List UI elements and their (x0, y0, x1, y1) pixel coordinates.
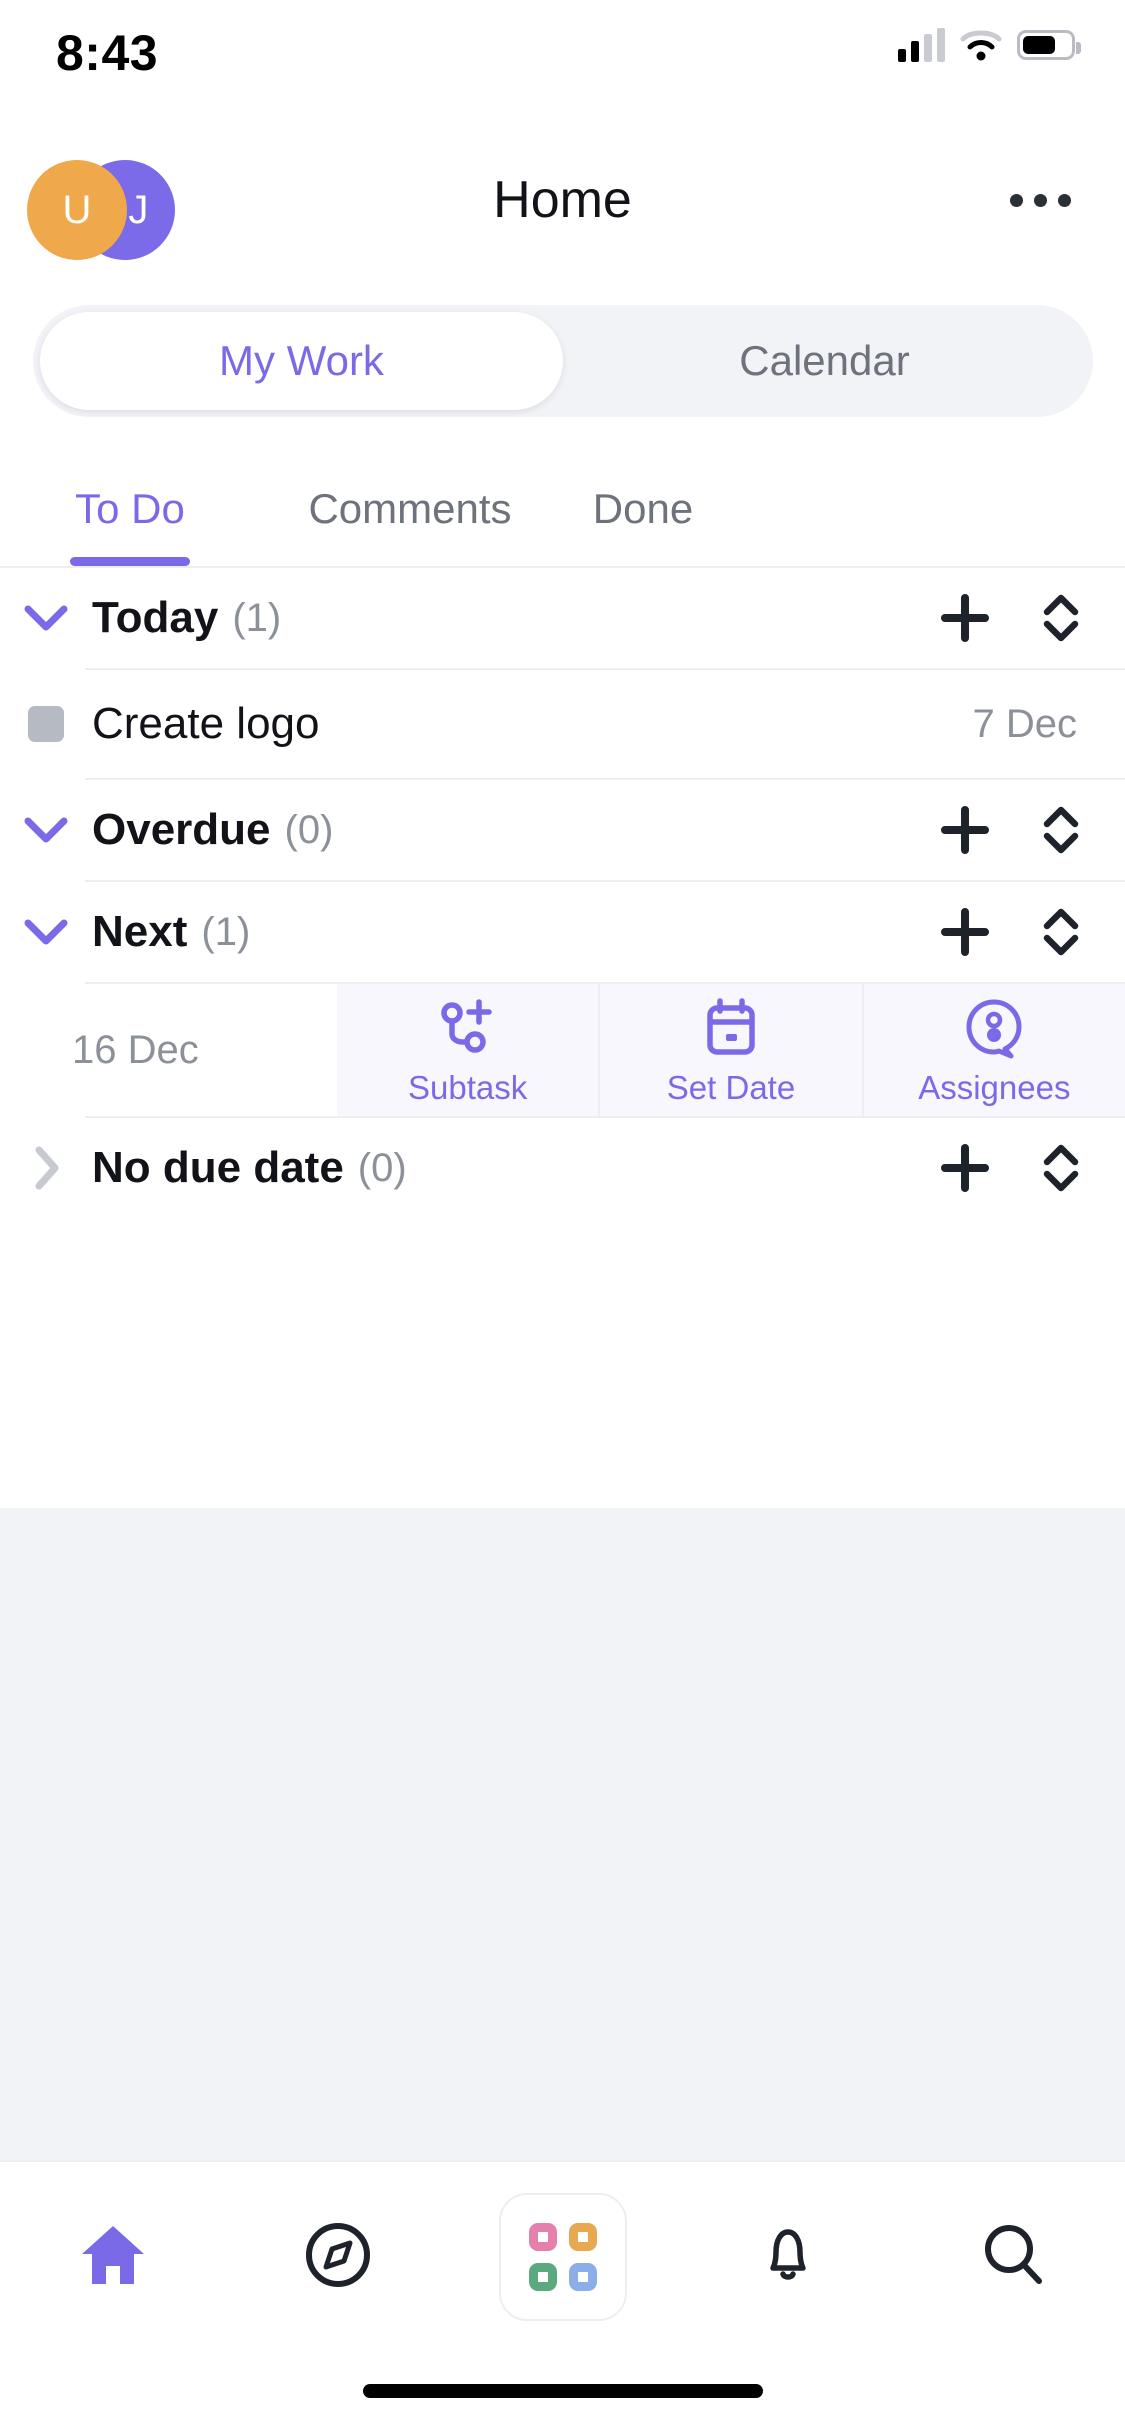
bell-icon (751, 2218, 825, 2297)
nav-apps[interactable] (450, 2162, 675, 2352)
swipe-action-assignees[interactable]: Assignees (861, 984, 1125, 1116)
chevron-down-icon[interactable] (0, 815, 92, 845)
tab-active-indicator (70, 557, 190, 566)
tab-to-do[interactable]: To Do (35, 452, 225, 566)
section-count: (1) (201, 909, 251, 954)
plus-icon[interactable] (917, 1120, 1013, 1216)
nav-search[interactable] (900, 2162, 1125, 2352)
sort-updown-icon[interactable] (1013, 782, 1109, 878)
apps-grid-icon (498, 2193, 627, 2321)
task-title: Create logo (92, 699, 320, 748)
status-bar-indicators (898, 28, 1081, 62)
swipe-action-subtask-label: Subtask (408, 1068, 528, 1106)
nav-notifications[interactable] (675, 2162, 900, 2352)
app-header: SJ U Home (0, 150, 1125, 270)
nav-explore[interactable] (225, 2162, 450, 2352)
section-title: No due date (92, 1143, 344, 1192)
swipe-action-assignees-label: Assignees (918, 1068, 1071, 1106)
swipe-action-set-date[interactable]: Set Date (598, 984, 861, 1116)
task-due-date: 7 Dec (972, 701, 1078, 746)
section-count: (0) (357, 1145, 407, 1190)
subtask-add-icon (435, 994, 501, 1060)
sub-tabs: To Do Comments Done (0, 452, 1125, 568)
plus-icon[interactable] (917, 884, 1013, 980)
app-screen: 8:43 SJ U Home My Work Calendar (0, 0, 1125, 2436)
home-icon (76, 2218, 150, 2297)
avatar-user[interactable]: U (27, 160, 127, 260)
swipe-action-subtask[interactable]: Subtask (337, 984, 598, 1116)
plus-icon[interactable] (917, 570, 1013, 666)
sort-updown-icon[interactable] (1013, 1120, 1109, 1216)
status-bar-time: 8:43 (56, 25, 159, 81)
wifi-icon (959, 28, 1003, 62)
chevron-down-icon[interactable] (0, 603, 92, 633)
calendar-icon (698, 994, 764, 1060)
search-icon (976, 2218, 1050, 2297)
section-count: (0) (284, 807, 334, 852)
home-indicator (362, 2384, 763, 2398)
empty-list-area (0, 1508, 1125, 2160)
section-header-no-due-date[interactable]: No due date (0) (0, 1118, 1125, 1218)
tab-to-do-label: To Do (75, 485, 185, 532)
section-title: Today (92, 593, 219, 642)
task-row[interactable]: Create logo 7 Dec (0, 670, 1125, 778)
segment-calendar[interactable]: Calendar (563, 312, 1086, 410)
swipe-action-set-date-label: Set Date (666, 1068, 796, 1106)
section-title: Overdue (92, 805, 271, 854)
nav-home[interactable] (0, 2162, 225, 2352)
tab-done[interactable]: Done (498, 452, 788, 566)
checkbox-unchecked-icon[interactable] (0, 706, 92, 742)
task-due-date: 16 Dec (0, 984, 337, 1116)
plus-icon[interactable] (917, 782, 1013, 878)
cellular-signal-icon (898, 28, 945, 62)
section-header-overdue[interactable]: Overdue (0) (0, 780, 1125, 880)
compass-icon (301, 2218, 375, 2297)
assignee-icon (961, 994, 1027, 1060)
swipe-action-panel: Subtask Set Date Assignees (337, 984, 1125, 1116)
task-list: Today (1) Create logo 7 Dec Overdue (0) … (0, 568, 1125, 1218)
more-horizontal-icon[interactable] (995, 172, 1085, 228)
section-title: Next (92, 907, 188, 956)
chevron-down-icon[interactable] (0, 917, 92, 947)
chevron-right-icon[interactable] (0, 1145, 92, 1191)
sort-updown-icon[interactable] (1013, 884, 1109, 980)
task-row-swiped[interactable]: 16 Dec Subtask Set Date Assignees (0, 984, 1125, 1116)
status-bar: 8:43 (0, 0, 1125, 120)
section-header-today[interactable]: Today (1) (0, 568, 1125, 668)
sort-updown-icon[interactable] (1013, 570, 1109, 666)
section-count: (1) (232, 595, 282, 640)
segment-my-work[interactable]: My Work (40, 312, 563, 410)
segmented-control: My Work Calendar (33, 305, 1093, 417)
bottom-navigation-bar (0, 2160, 1125, 2436)
section-header-next[interactable]: Next (1) (0, 882, 1125, 982)
battery-icon (1017, 30, 1081, 60)
